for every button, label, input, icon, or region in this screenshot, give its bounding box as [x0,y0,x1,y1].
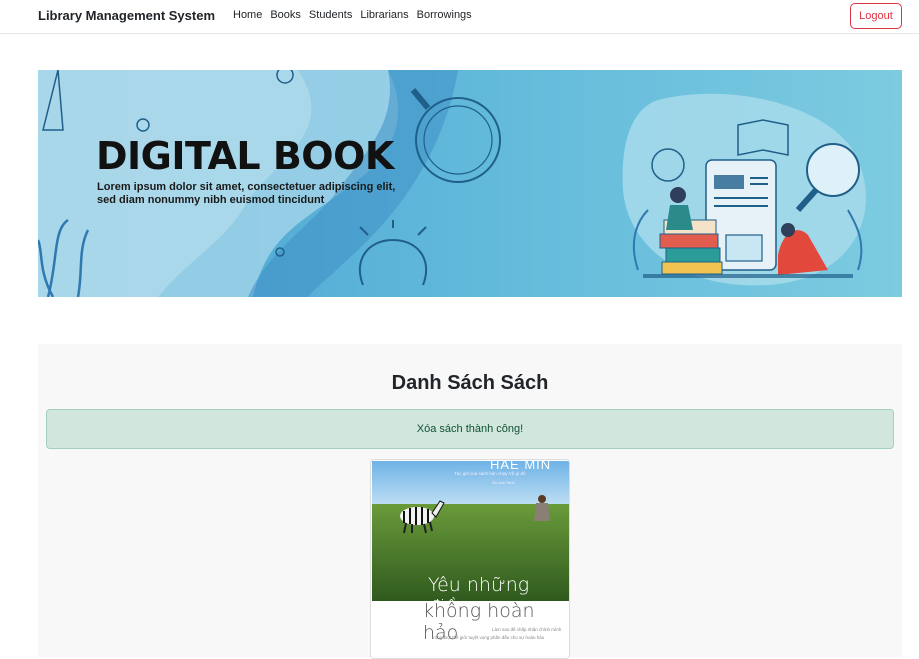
cover-tagline-1: Làm sao để chấp nhận chính mình [492,627,562,632]
brand-title[interactable]: Library Management System [38,8,215,23]
nav-link-home[interactable]: Home [233,9,262,21]
banner-title: DIGITAL BOOK [96,134,394,178]
top-navbar: Library Management System Home Books Stu… [0,0,919,34]
nav-link-books[interactable]: Books [270,9,301,21]
cover-small-text-2: Ôn Anh Ninh [492,480,515,485]
hero-banner: DIGITAL BOOK Lorem ipsum dolor sit amet,… [38,70,902,297]
nav-link-students[interactable]: Students [309,9,352,21]
nav-links: Home Books Students Librarians Borrowing… [233,9,480,21]
book-card[interactable]: HAE MIN Tác giả của sách bán chạy Về gì … [370,459,570,659]
cover-tagline-2: trong một thế giới tuyệt vọng phấn đấu c… [432,635,545,640]
banner-subtitle: Lorem ipsum dolor sit amet, consectetuer… [97,181,396,206]
page-title: Danh Sách Sách [391,372,549,394]
success-alert: Xóa sách thành công! [46,409,894,449]
cover-small-text: Tác giả của sách bán chạy Về gì đó [454,471,526,476]
nav-link-librarians[interactable]: Librarians [360,9,408,21]
book-cover-image[interactable]: HAE MIN Tác giả của sách bán chạy Về gì … [372,461,569,658]
book-list-section: Danh Sách Sách Xóa sách thành công! HAE … [38,344,902,659]
logout-button[interactable]: Logout [850,3,902,29]
nav-link-borrowings[interactable]: Borrowings [417,9,472,21]
